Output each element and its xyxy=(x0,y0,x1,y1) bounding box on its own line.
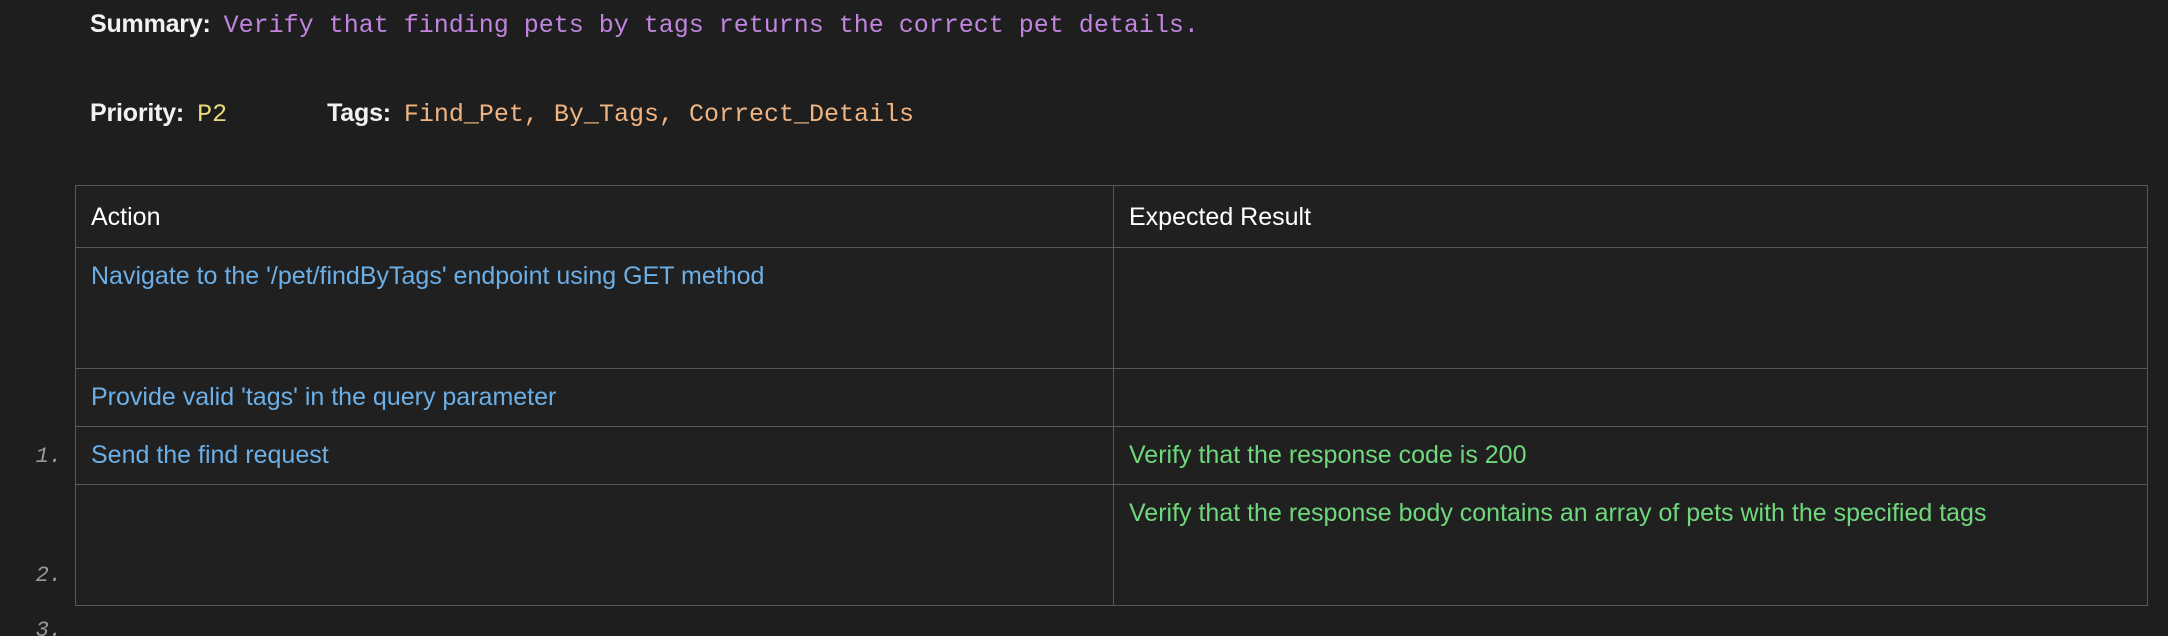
row-number-2: 2. xyxy=(35,563,62,588)
column-header-expected-result: Expected Result xyxy=(1113,185,2148,248)
summary-label: Summary: xyxy=(90,10,211,38)
cell-action-2: Provide valid 'tags' in the query parame… xyxy=(75,368,1114,427)
cell-expected-1 xyxy=(1113,247,2148,369)
priority-tags-row: Priority: P2 Tags: Find_Pet, By_Tags, Co… xyxy=(90,99,914,129)
action-text-3: Send the find request xyxy=(91,440,329,469)
table-row: Navigate to the '/pet/findByTags' endpoi… xyxy=(75,247,2148,369)
column-header-expected-result-label: Expected Result xyxy=(1129,203,1312,231)
row-number-3: 3. xyxy=(35,618,62,636)
row-number-1: 1. xyxy=(35,444,62,469)
column-header-action: Action xyxy=(75,185,1114,248)
summary-row: Summary: Verify that finding pets by tag… xyxy=(90,10,1199,40)
priority-label: Priority: xyxy=(90,99,185,127)
expected-text-3: Verify that the response code is 200 xyxy=(1129,440,1527,469)
table-row: Provide valid 'tags' in the query parame… xyxy=(75,368,2148,427)
cell-action-1: Navigate to the '/pet/findByTags' endpoi… xyxy=(75,247,1114,369)
table-header-row: Action Expected Result xyxy=(75,185,2148,248)
priority-value: P2 xyxy=(197,100,228,129)
test-case-page: Summary: Verify that finding pets by tag… xyxy=(0,0,2168,636)
steps-table-head: Action Expected Result xyxy=(75,185,2148,248)
cell-action-4 xyxy=(75,483,1114,606)
cell-expected-4: Verify that the response body contains a… xyxy=(1113,483,2148,606)
steps-table-container: 1. 2. 3. 4. Action Expected Result xyxy=(0,185,2168,636)
table-row: Verify that the response body contains a… xyxy=(75,483,2148,606)
cell-action-3: Send the find request xyxy=(75,425,1114,485)
tags-value: Find_Pet, By_Tags, Correct_Details xyxy=(403,100,914,129)
summary-value: Verify that finding pets by tags returns… xyxy=(223,11,1199,40)
cell-expected-3: Verify that the response code is 200 xyxy=(1113,425,2148,485)
table-row: Send the find request Verify that the re… xyxy=(75,425,2148,485)
steps-table-body: Navigate to the '/pet/findByTags' endpoi… xyxy=(75,247,2148,606)
steps-table: Action Expected Result Navigate to the '… xyxy=(75,185,2148,606)
tags-label: Tags: xyxy=(327,99,391,127)
cell-expected-2 xyxy=(1113,368,2148,427)
column-header-action-label: Action xyxy=(91,203,161,231)
expected-text-4: Verify that the response body contains a… xyxy=(1129,498,1987,527)
action-text-2: Provide valid 'tags' in the query parame… xyxy=(91,383,557,411)
action-text-1: Navigate to the '/pet/findByTags' endpoi… xyxy=(91,262,765,290)
